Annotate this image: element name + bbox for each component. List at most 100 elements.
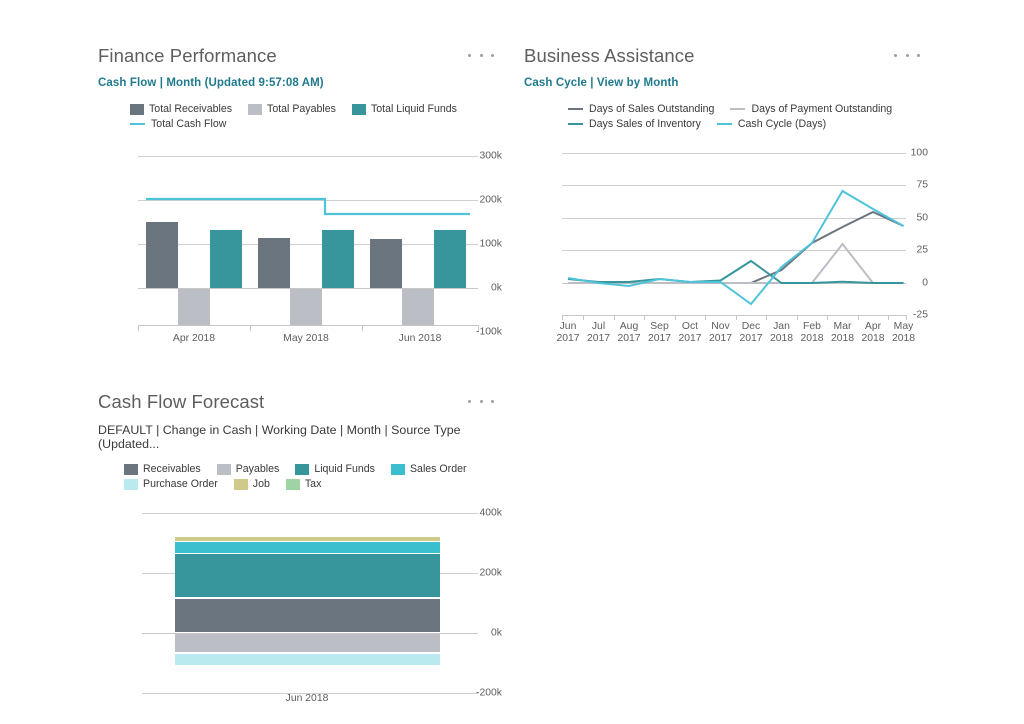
legend-swatch-sales-order (391, 464, 405, 475)
legend-label: Receivables (143, 463, 201, 475)
legend-swatch-receivables (124, 464, 138, 475)
legend-item[interactable]: Receivables (124, 463, 201, 475)
x-axis-tick (888, 315, 889, 320)
legend-item[interactable]: Total Cash Flow (130, 118, 226, 130)
panel-subtitle: DEFAULT | Change in Cash | Working Date … (90, 423, 502, 451)
x-axis-tick (797, 315, 798, 320)
legend-label: Payables (236, 463, 280, 475)
x-axis-tick (562, 315, 563, 320)
legend-swatch-days-sales-of-inventory (568, 123, 583, 125)
legend-item[interactable]: Tax (286, 478, 322, 490)
line-days-of-payment-outstanding (568, 244, 904, 283)
x-axis-label: Oct2017 (678, 321, 701, 345)
ellipsis-icon[interactable] (468, 392, 494, 410)
legend-label: Liquid Funds (314, 463, 375, 475)
legend-item[interactable]: Job (234, 478, 270, 490)
x-axis-label: May 2018 (283, 333, 329, 345)
legend-swatch-days-of-payment-outstanding (730, 108, 745, 110)
legend-item[interactable]: Purchase Order (124, 478, 218, 490)
x-axis-label: Mar2018 (831, 321, 854, 345)
x-axis-tick (614, 315, 615, 320)
business-assistance-chart: 100 75 50 25 0 -25 (516, 143, 928, 343)
x-axis-tick (675, 315, 676, 320)
legend-swatch-liquid-funds (295, 464, 309, 475)
page-title: Business Assistance (516, 44, 928, 68)
legend-swatch-total-liquid-funds (352, 104, 366, 115)
legend-swatch-total-payables (248, 104, 262, 115)
panel-subtitle[interactable]: Cash Flow | Month (Updated 9:57:08 AM) (90, 77, 502, 89)
line-days-of-sales-outstanding (568, 212, 904, 283)
bar-segment-job[interactable] (175, 537, 440, 541)
legend-label: Total Payables (267, 103, 336, 115)
line-days-sales-of-inventory (568, 261, 904, 283)
legend-label: Tax (305, 478, 322, 490)
chart-legend: Total Receivables Total Payables Total L… (90, 103, 502, 133)
legend-item[interactable]: Sales Order (391, 463, 467, 475)
ellipsis-icon[interactable] (468, 46, 494, 64)
panel-cash-flow-forecast: Cash Flow Forecast DEFAULT | Change in C… (90, 390, 502, 710)
page-title: Cash Flow Forecast (90, 390, 502, 414)
x-axis (138, 325, 478, 326)
legend-swatch-total-receivables (130, 104, 144, 115)
legend-swatch-total-cash-flow (130, 123, 145, 125)
legend-item[interactable]: Days of Payment Outstanding (730, 103, 892, 115)
chart-legend: Days of Sales Outstanding Days of Paymen… (516, 103, 928, 133)
bar-segment-receivables[interactable] (175, 599, 440, 633)
bar-segment-purchase-order[interactable] (175, 654, 440, 665)
legend-label: Total Receivables (149, 103, 232, 115)
legend-label: Purchase Order (143, 478, 218, 490)
x-axis-tick (644, 315, 645, 320)
legend-swatch-payables (217, 464, 231, 475)
x-axis-label: May2018 (892, 321, 915, 345)
line-total-cash-flow (146, 199, 470, 214)
x-axis-tick (858, 315, 859, 320)
legend-label: Days Sales of Inventory (589, 118, 701, 130)
legend-item[interactable]: Payables (217, 463, 280, 475)
gridline (142, 513, 478, 514)
x-axis-label: Jul2017 (587, 321, 610, 345)
x-axis-tick (250, 325, 251, 331)
bar-segment-payables[interactable] (175, 634, 440, 653)
x-axis-label: Apr2018 (861, 321, 884, 345)
x-axis-label: Jun 2018 (286, 693, 329, 705)
legend-swatch-days-of-sales-outstanding (568, 108, 583, 110)
legend-item[interactable]: Days Sales of Inventory (568, 118, 701, 130)
legend-item[interactable]: Total Receivables (130, 103, 232, 115)
x-axis-label: Dec2017 (739, 321, 762, 345)
bar-segment-sales-order[interactable] (175, 542, 440, 552)
x-axis-label: Jun 2018 (399, 333, 442, 345)
x-axis-tick (362, 325, 363, 331)
legend-label: Cash Cycle (Days) (738, 118, 826, 130)
panel-finance-performance: Finance Performance Cash Flow | Month (U… (90, 44, 502, 374)
legend-item[interactable]: Liquid Funds (295, 463, 375, 475)
x-axis-tick (736, 315, 737, 320)
bar-segment-liquid-funds[interactable] (175, 554, 440, 597)
legend-swatch-purchase-order (124, 479, 138, 490)
line-series-group (516, 143, 928, 343)
panel-header: Cash Flow Forecast (90, 390, 502, 420)
legend-label: Total Cash Flow (151, 118, 226, 130)
cash-flow-forecast-chart: 400k 200k 0k -200k Jun 2018 (90, 503, 502, 708)
x-axis-label: Jan2018 (770, 321, 793, 345)
page-title: Finance Performance (90, 44, 502, 68)
chart-legend: Receivables Payables Liquid Funds Sales … (90, 463, 496, 493)
legend-item[interactable]: Days of Sales Outstanding (568, 103, 714, 115)
x-axis-label: Feb2018 (800, 321, 823, 345)
dashboard-canvas: Finance Performance Cash Flow | Month (U… (0, 0, 1024, 724)
x-axis-tick (827, 315, 828, 320)
legend-swatch-job (234, 479, 248, 490)
x-axis-tick (583, 315, 584, 320)
cash-flow-step-line (90, 143, 502, 343)
panel-subtitle[interactable]: Cash Cycle | View by Month (516, 77, 928, 89)
finance-performance-chart: 300k 200k 100k 0k -100k (90, 143, 502, 343)
legend-label: Job (253, 478, 270, 490)
legend-item[interactable]: Total Payables (248, 103, 336, 115)
legend-swatch-tax (286, 479, 300, 490)
x-axis-label: Sep2017 (648, 321, 671, 345)
line-cash-cycle-days (568, 191, 904, 304)
ellipsis-icon[interactable] (894, 46, 920, 64)
legend-item[interactable]: Cash Cycle (Days) (717, 118, 826, 130)
legend-item[interactable]: Total Liquid Funds (352, 103, 457, 115)
x-axis-label: Jun2017 (556, 321, 579, 345)
x-axis-tick (705, 315, 706, 320)
